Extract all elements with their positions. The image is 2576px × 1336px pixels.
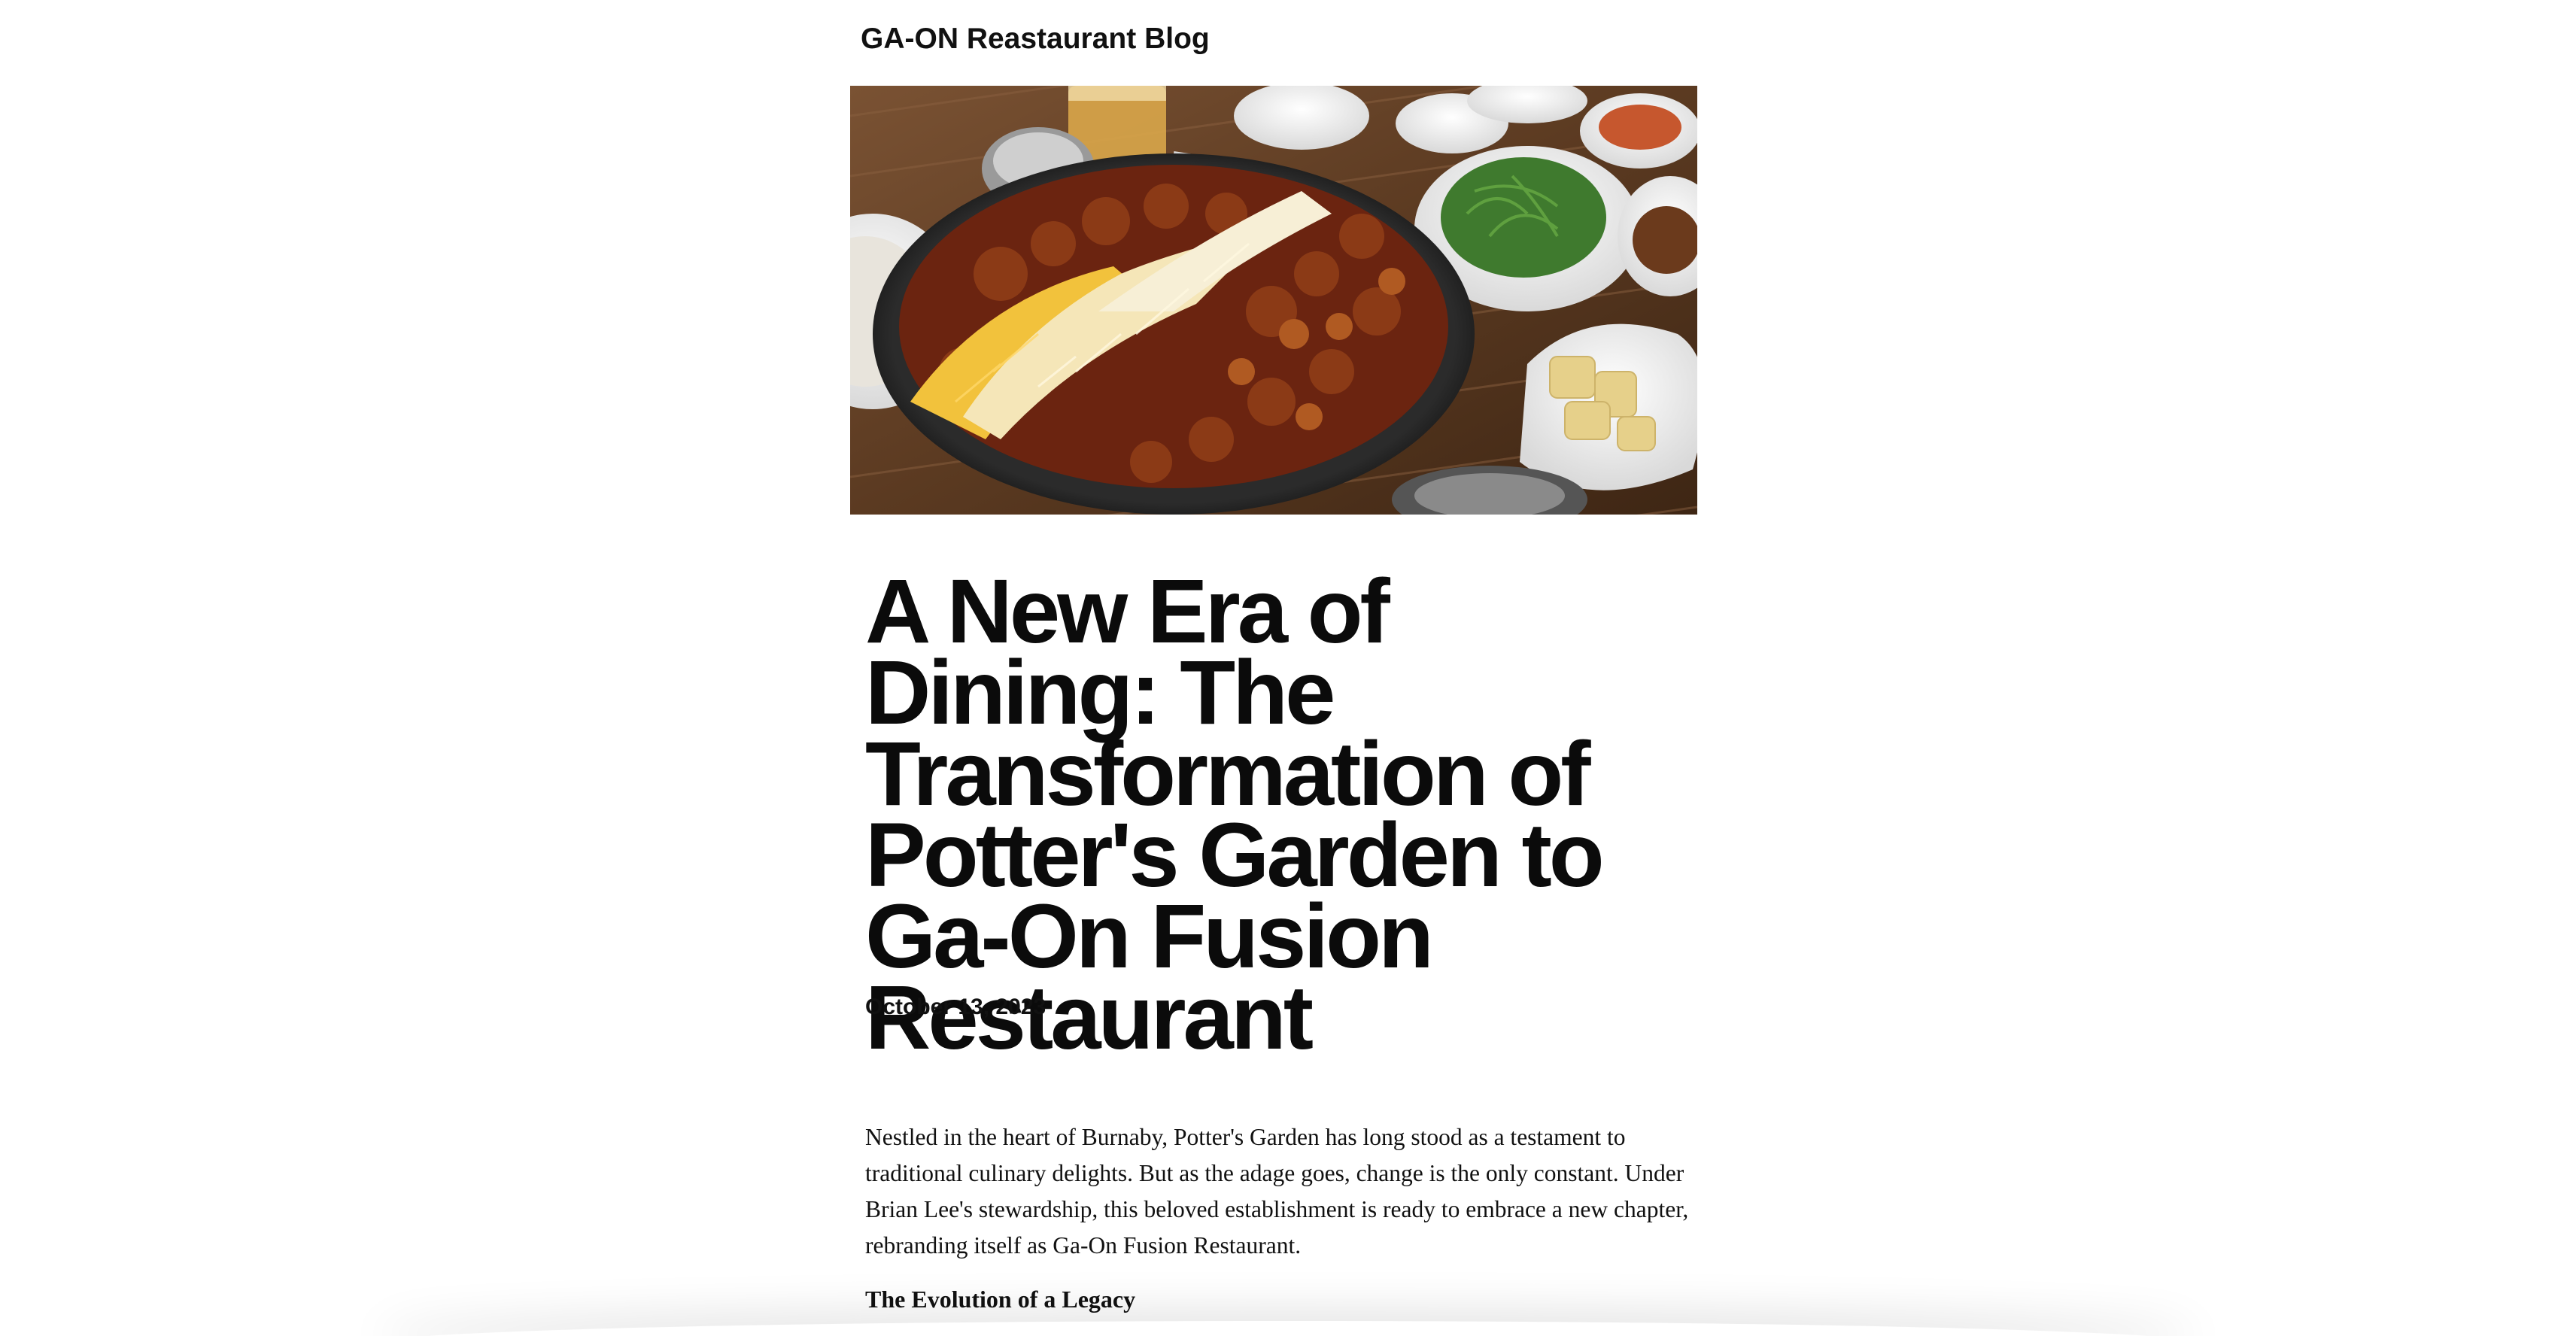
post-intro-paragraph: Nestled in the heart of Burnaby, Potter'… [865,1124,1689,1259]
post-title: A New Era of Dining: The Transformation … [865,560,1605,1068]
blog-title-link[interactable]: GA-ON Reastaurant Blog [861,23,1210,56]
section-heading: The Evolution of a Legacy [865,1286,1136,1313]
post-date: October 13, 2023 [865,994,1046,1019]
bottom-shadow-overlay [376,1321,2200,1336]
hero-food-illustration [850,86,1697,515]
hero-image [850,86,1697,515]
